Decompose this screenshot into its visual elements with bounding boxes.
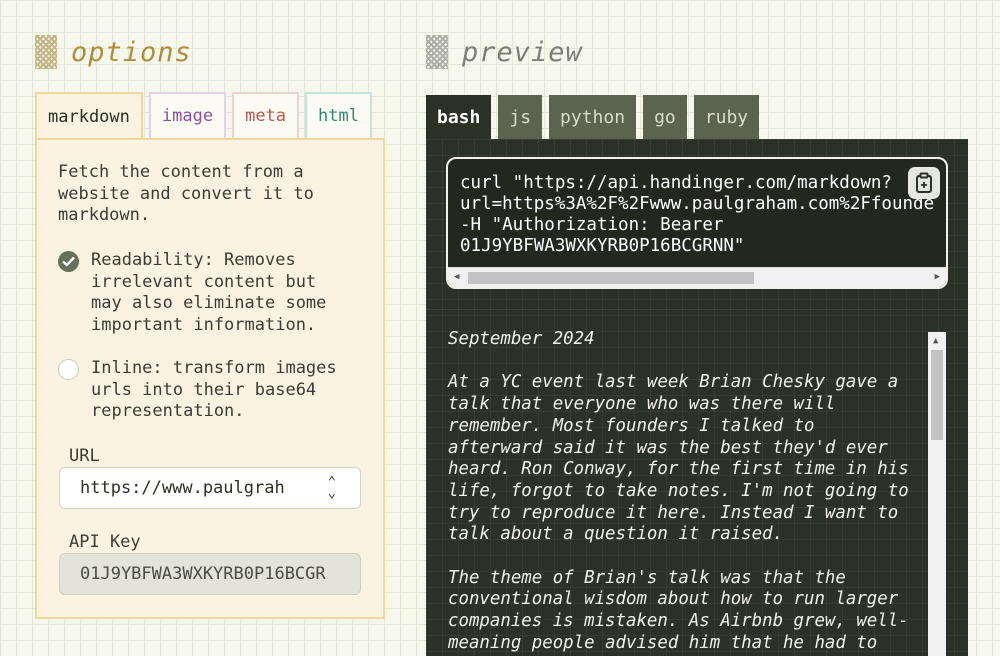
- tab-markdown[interactable]: markdown: [35, 92, 143, 140]
- url-select[interactable]: https://www.paulgrah ⌃ ⌄: [59, 467, 361, 509]
- readability-option[interactable]: Readability: Removes irrelevant content …: [58, 250, 368, 336]
- tab-meta[interactable]: meta: [232, 92, 300, 138]
- scrollbar-thumb[interactable]: [931, 350, 943, 440]
- scroll-up-icon[interactable]: ▲: [933, 336, 938, 346]
- check-icon: [62, 256, 75, 267]
- tab-python[interactable]: python: [549, 95, 637, 139]
- clipboard-icon: [916, 172, 932, 193]
- api-key-value: 01J9YBFWA3WXKYRB0P16BCGR: [80, 564, 326, 584]
- scrollbar-thumb[interactable]: [468, 272, 754, 284]
- code-block[interactable]: curl "https://api.handinger.com/markdown…: [446, 157, 948, 289]
- preview-panel: curl "https://api.handinger.com/markdown…: [426, 139, 968, 656]
- scroll-left-icon[interactable]: ◀: [454, 272, 459, 282]
- hatch-decoration-icon: [426, 35, 448, 69]
- language-tabs: bash js python go ruby: [426, 95, 760, 139]
- options-header: options: [35, 34, 192, 70]
- url-value: https://www.paulgrah: [80, 478, 285, 498]
- article-date: September 2024: [448, 329, 595, 349]
- inline-option[interactable]: Inline: transform images urls into their…: [58, 358, 368, 423]
- copy-button[interactable]: [908, 167, 940, 199]
- preview-header: preview: [426, 34, 583, 70]
- tab-html[interactable]: html: [305, 92, 372, 138]
- output-vertical-scrollbar[interactable]: ▲: [928, 332, 946, 656]
- inline-label: Inline: transform images urls into their…: [91, 358, 337, 421]
- options-tabs: markdown image meta html: [35, 92, 372, 140]
- chevron-up-down-icon: ⌃ ⌄: [327, 474, 336, 501]
- hatch-decoration-icon: [35, 35, 57, 69]
- divider: [426, 309, 968, 310]
- tab-image[interactable]: image: [148, 92, 227, 138]
- options-title: options: [71, 36, 192, 68]
- api-key-label: API Key: [69, 532, 141, 552]
- tab-ruby[interactable]: ruby: [693, 95, 760, 139]
- scroll-right-icon[interactable]: ▶: [935, 272, 940, 282]
- inline-checkbox[interactable]: [58, 359, 79, 380]
- options-description: Fetch the content from a website and con…: [58, 162, 314, 225]
- tab-bash[interactable]: bash: [426, 95, 492, 139]
- article-paragraph: At a YC event last week Brian Chesky gav…: [448, 372, 909, 545]
- tab-js[interactable]: js: [498, 95, 543, 139]
- code-text[interactable]: curl "https://api.handinger.com/markdown…: [460, 173, 934, 257]
- readability-checkbox[interactable]: [58, 251, 79, 272]
- api-key-field[interactable]: 01J9YBFWA3WXKYRB0P16BCGR: [59, 553, 361, 595]
- markdown-output: September 2024 At a YC event last week B…: [448, 329, 926, 656]
- code-horizontal-scrollbar[interactable]: ◀ ▶: [448, 267, 946, 287]
- options-panel: Fetch the content from a website and con…: [35, 138, 385, 619]
- readability-label: Readability: Removes irrelevant content …: [91, 250, 327, 335]
- article-paragraph: The theme of Brian's talk was that the c…: [448, 567, 909, 653]
- preview-title: preview: [462, 36, 583, 68]
- url-label: URL: [69, 446, 100, 466]
- tab-go[interactable]: go: [643, 95, 687, 139]
